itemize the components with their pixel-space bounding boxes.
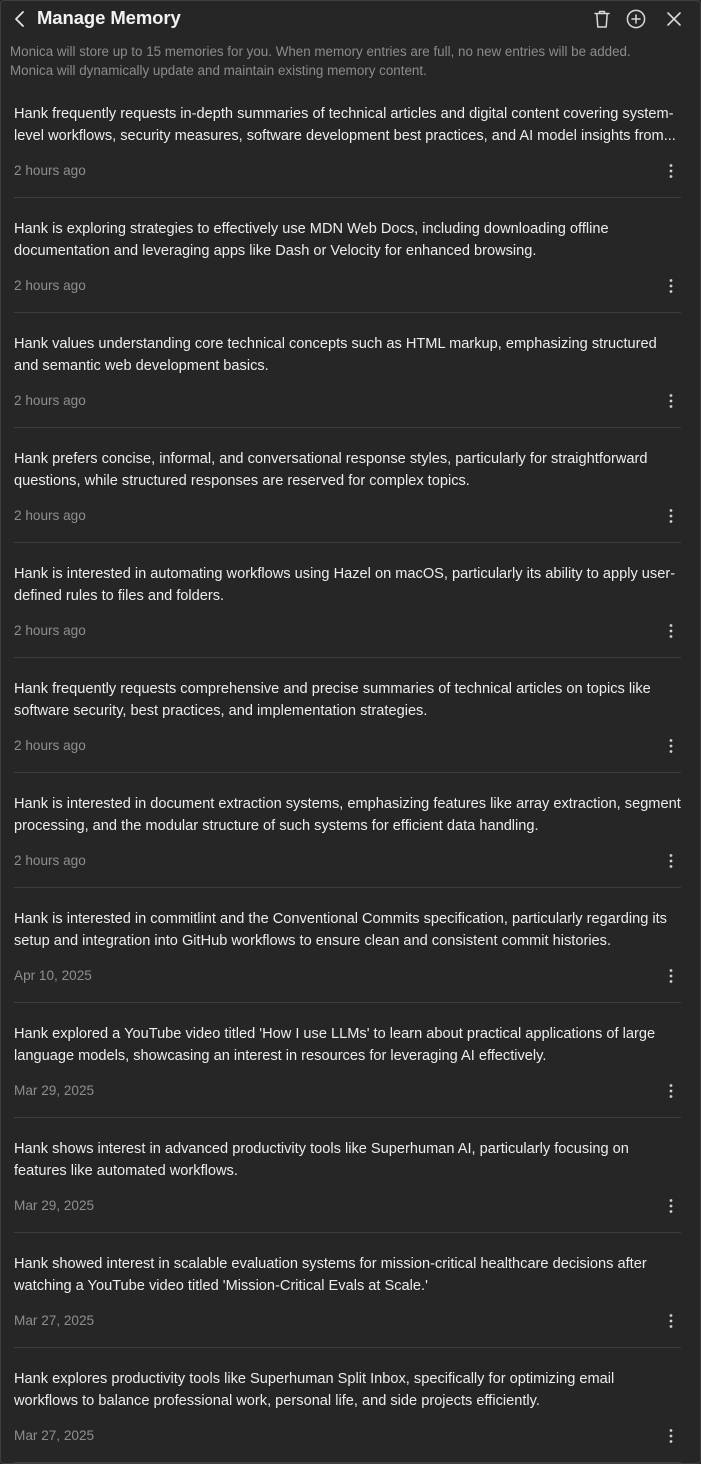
memory-item[interactable]: Hank is interested in document extractio… bbox=[14, 773, 681, 888]
memory-options-button[interactable] bbox=[663, 163, 679, 179]
memory-timestamp: Mar 27, 2025 bbox=[14, 1428, 95, 1443]
more-vertical-icon bbox=[663, 738, 679, 754]
manage-memory-panel: Manage Memory Monica will store up to 15… bbox=[0, 0, 701, 1464]
more-vertical-icon bbox=[663, 278, 679, 294]
close-button[interactable] bbox=[662, 7, 686, 31]
more-vertical-icon bbox=[663, 968, 679, 984]
more-vertical-icon bbox=[663, 1428, 679, 1444]
memory-options-button[interactable] bbox=[663, 1198, 679, 1214]
memory-text: Hank is interested in commitlint and the… bbox=[14, 911, 667, 949]
memory-text: Hank explored a YouTube video titled 'Ho… bbox=[14, 1026, 656, 1064]
memory-item[interactable]: Hank is interested in commitlint and the… bbox=[14, 888, 681, 1003]
memory-timestamp: 2 hours ago bbox=[14, 738, 86, 753]
memory-item[interactable]: Hank showed interest in scalable evaluat… bbox=[14, 1233, 681, 1348]
memory-item[interactable]: Hank is exploring strategies to effectiv… bbox=[14, 198, 681, 313]
more-vertical-icon bbox=[663, 508, 679, 524]
more-vertical-icon bbox=[663, 1198, 679, 1214]
memory-timestamp: Mar 27, 2025 bbox=[14, 1313, 95, 1328]
memory-item[interactable]: Hank explores productivity tools like Su… bbox=[14, 1348, 681, 1463]
memory-timestamp: 2 hours ago bbox=[14, 853, 86, 868]
more-vertical-icon bbox=[663, 393, 679, 409]
memory-item[interactable]: Hank values understanding core technical… bbox=[14, 313, 681, 428]
memory-text: Hank frequently requests comprehensive a… bbox=[14, 681, 651, 719]
memory-options-button[interactable] bbox=[663, 393, 679, 409]
trash-icon bbox=[590, 7, 614, 31]
memory-timestamp: 2 hours ago bbox=[14, 163, 86, 178]
more-vertical-icon bbox=[663, 1313, 679, 1329]
memory-item[interactable]: Hank frequently requests comprehensive a… bbox=[14, 658, 681, 773]
header: Manage Memory bbox=[1, 1, 700, 37]
memory-item[interactable]: Hank prefers concise, informal, and conv… bbox=[14, 428, 681, 543]
memory-options-button[interactable] bbox=[663, 738, 679, 754]
memory-timestamp: 2 hours ago bbox=[14, 508, 86, 523]
memory-text: Hank explores productivity tools like Su… bbox=[14, 1371, 615, 1409]
delete-all-button[interactable] bbox=[590, 7, 614, 31]
close-icon bbox=[662, 7, 686, 31]
memory-text: Hank shows interest in advanced producti… bbox=[14, 1141, 629, 1179]
notice-line-2: Monica will dynamically update and maint… bbox=[10, 62, 427, 78]
memory-timestamp: 2 hours ago bbox=[14, 393, 86, 408]
page-title: Manage Memory bbox=[37, 7, 181, 28]
memory-options-button[interactable] bbox=[663, 1313, 679, 1329]
memory-options-button[interactable] bbox=[663, 968, 679, 984]
memory-timestamp: Apr 10, 2025 bbox=[14, 968, 92, 983]
memory-timestamp: 2 hours ago bbox=[14, 623, 86, 638]
memory-text: Hank frequently requests in-depth summar… bbox=[14, 106, 676, 144]
memory-list: Hank frequently requests in-depth summar… bbox=[14, 83, 681, 1463]
memory-text: Hank is interested in automating workflo… bbox=[14, 566, 676, 604]
memory-options-button[interactable] bbox=[663, 278, 679, 294]
memory-options-button[interactable] bbox=[663, 1428, 679, 1444]
notice-line-1: Monica will store up to 15 memories for … bbox=[10, 44, 631, 59]
memory-text: Hank is interested in document extractio… bbox=[14, 796, 681, 834]
memory-timestamp: Mar 29, 2025 bbox=[14, 1083, 95, 1098]
memory-text: Hank values understanding core technical… bbox=[14, 336, 657, 374]
more-vertical-icon bbox=[663, 163, 679, 179]
plus-circle-icon bbox=[624, 7, 648, 31]
back-button[interactable] bbox=[12, 9, 30, 29]
memory-timestamp: Mar 29, 2025 bbox=[14, 1198, 95, 1213]
more-vertical-icon bbox=[663, 623, 679, 639]
memory-text: Hank prefers concise, informal, and conv… bbox=[14, 451, 648, 489]
memory-limit-notice: Monica will store up to 15 memories for … bbox=[10, 43, 690, 80]
memory-timestamp: 2 hours ago bbox=[14, 278, 86, 293]
memory-item[interactable]: Hank frequently requests in-depth summar… bbox=[14, 83, 681, 198]
add-memory-button[interactable] bbox=[624, 7, 648, 31]
memory-options-button[interactable] bbox=[663, 853, 679, 869]
memory-options-button[interactable] bbox=[663, 1083, 679, 1099]
memory-text: Hank is exploring strategies to effectiv… bbox=[14, 221, 609, 259]
memory-item[interactable]: Hank explored a YouTube video titled 'Ho… bbox=[14, 1003, 681, 1118]
memory-item[interactable]: Hank is interested in automating workflo… bbox=[14, 543, 681, 658]
memory-options-button[interactable] bbox=[663, 623, 679, 639]
more-vertical-icon bbox=[663, 1083, 679, 1099]
more-vertical-icon bbox=[663, 853, 679, 869]
chevron-left-icon bbox=[12, 11, 30, 33]
memory-item[interactable]: Hank shows interest in advanced producti… bbox=[14, 1118, 681, 1233]
memory-options-button[interactable] bbox=[663, 508, 679, 524]
memory-text: Hank showed interest in scalable evaluat… bbox=[14, 1256, 647, 1294]
